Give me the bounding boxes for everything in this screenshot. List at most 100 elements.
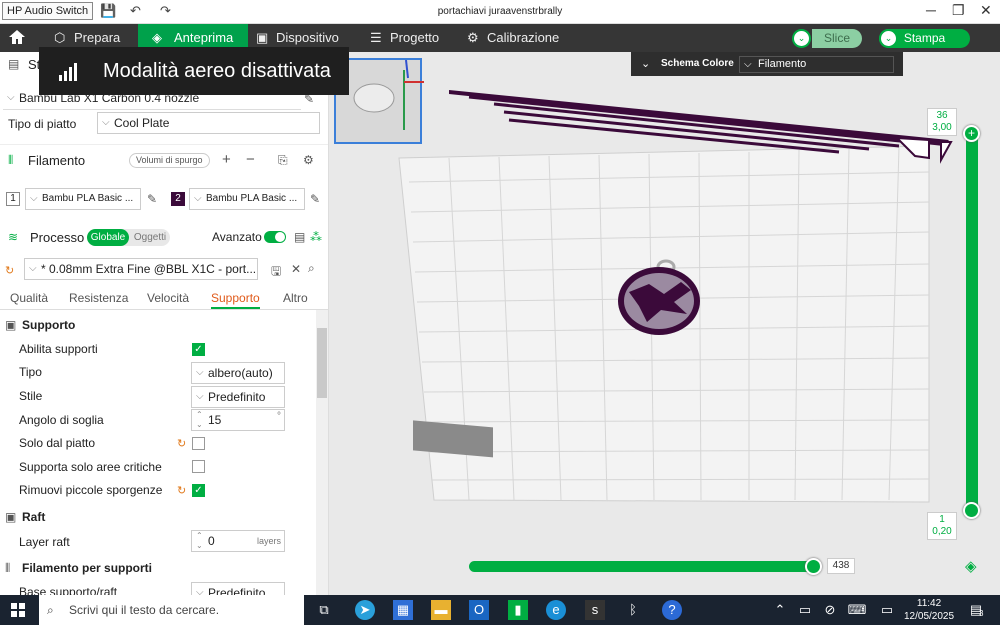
add-icon[interactable]: + [222, 151, 231, 168]
chevron-down-icon: ⌄ [794, 31, 809, 46]
base-support-value: Predefinito [208, 586, 266, 595]
chevron-down-icon: ⌵ [29, 263, 37, 274]
task-view-icon[interactable]: ⧉ [314, 600, 334, 620]
raft-layers-input[interactable]: ⌃ ⌄ 0 layers [191, 530, 285, 552]
sync-icon[interactable]: ⎘ [278, 153, 288, 168]
layer-bottom-handle[interactable] [963, 502, 980, 519]
threshold-angle-input[interactable]: ⌃ ⌄ 15 ° [191, 409, 285, 431]
layer-slider[interactable] [966, 128, 978, 514]
tab-supporto[interactable]: Supporto [211, 291, 260, 309]
reset-icon[interactable]: ↻ [5, 264, 14, 277]
tab-calibrazione-label: Calibrazione [487, 30, 560, 45]
close-icon[interactable]: ✕ [980, 2, 992, 19]
taskbar-clock[interactable]: 11:42 12/05/2025 [904, 597, 954, 623]
raft-group-title: Raft [22, 510, 46, 524]
color-scheme-select[interactable]: ⌵ Filamento [739, 56, 894, 73]
reset-icon[interactable]: ↻ [177, 484, 186, 497]
layer-top-height: 3,00 [932, 122, 952, 133]
tab-calibrazione[interactable]: ⚙ Calibrazione [461, 24, 571, 52]
enable-supports-checkbox[interactable]: ✓ [192, 343, 205, 356]
print-dropdown[interactable]: ⌄ [879, 29, 898, 48]
filament-1-name: Bambu PLA Basic ... [42, 193, 134, 204]
scroll-thumb[interactable] [317, 328, 327, 398]
compare-icon[interactable]: ⁂ [310, 230, 322, 244]
purge-volumes-button[interactable]: Volumi di spurgo [129, 153, 210, 168]
save-icon[interactable]: 🖫 [271, 262, 281, 283]
display-icon[interactable]: ▭ [877, 600, 897, 620]
tab-anteprima-label: Anteprima [174, 30, 234, 45]
scope-global[interactable]: Globale [87, 229, 129, 246]
home-icon[interactable] [8, 28, 26, 46]
app-s-icon[interactable]: s [585, 600, 605, 620]
process-section-title: Processo [30, 230, 85, 245]
taskbar-search[interactable]: ⌕ Scrivi qui il testo da cercare. [39, 595, 304, 625]
plate-type-select[interactable]: ⌵ Cool Plate [97, 112, 320, 134]
edge-icon[interactable]: e [546, 600, 566, 620]
tab-progetto[interactable]: ☰ Progetto [364, 24, 454, 52]
layer-bottom-badge: 1 0,20 [927, 512, 957, 540]
telegram-icon[interactable]: ➤ [355, 600, 375, 620]
color-scheme-label: Schema Colore [661, 58, 734, 69]
list-icon[interactable]: ▤ [294, 230, 305, 244]
battery-icon[interactable]: ▭ [795, 600, 815, 620]
help-icon[interactable]: ? [662, 600, 682, 620]
advanced-toggle[interactable] [264, 231, 286, 243]
slice-dropdown[interactable]: ⌄ [792, 29, 811, 48]
tab-velocita[interactable]: Velocità [147, 291, 189, 305]
layer-top-handle[interactable]: + [963, 125, 980, 142]
slice-button[interactable]: Slice [812, 29, 862, 48]
title-bar: HP Audio Switch 💾 ↶ ↷ portachiavi juraav… [0, 0, 1000, 24]
keyboard-icon[interactable]: ⌨ [847, 600, 867, 620]
tray-chevron-up-icon[interactable]: ⌃ [770, 600, 790, 620]
edit-icon[interactable]: ✎ [310, 192, 320, 206]
support-style-value: Predefinito [208, 390, 266, 404]
chevron-down-icon: ⌵ [194, 193, 202, 204]
support-lines [468, 95, 930, 154]
base-support-select[interactable]: ⌵ Predefinito [191, 582, 285, 595]
tab-resistenza[interactable]: Resistenza [69, 291, 128, 305]
process-profile-value: * 0.08mm Extra Fine @BBL X1C - port... [41, 262, 257, 276]
bluetooth-icon[interactable]: ᛒ [623, 600, 643, 620]
settings-gear-icon[interactable]: ⚙ [303, 153, 314, 167]
process-profile-select[interactable]: ⌵ * 0.08mm Extra Fine @BBL X1C - port... [24, 258, 258, 280]
axis-gizmo [353, 59, 456, 130]
reset-icon[interactable]: ↻ [177, 437, 186, 450]
threshold-angle-value: 15 [208, 413, 222, 427]
remove-small-checkbox[interactable]: ✓ [192, 484, 205, 497]
plate-only-checkbox[interactable] [192, 437, 205, 450]
minimize-icon[interactable]: ─ [926, 2, 936, 18]
edit-icon[interactable]: ✎ [147, 192, 157, 206]
support-style-select[interactable]: ⌵ Predefinito [191, 386, 285, 408]
3d-viewport[interactable]: 36 3,00 1 0,20 438 ◈ [329, 52, 1000, 595]
remove-icon[interactable]: − [246, 151, 255, 168]
windows-start-icon[interactable] [11, 603, 25, 617]
file-explorer-icon[interactable]: ▬ [431, 600, 451, 620]
plate-only-label: Solo dal piatto [19, 436, 96, 450]
outlook-icon[interactable]: O [469, 600, 489, 620]
critical-only-checkbox[interactable] [192, 460, 205, 473]
settings-scrollbar[interactable] [316, 310, 328, 595]
chevron-down-icon: ⌵ [30, 193, 38, 204]
search-icon[interactable]: ⌕ [308, 261, 315, 276]
network-off-icon[interactable]: ⊘ [820, 600, 840, 620]
tab-altro[interactable]: Altro [283, 291, 308, 305]
restore-icon[interactable]: ❐ [952, 2, 965, 19]
move-slider-handle[interactable] [805, 558, 822, 575]
close-icon[interactable]: ✕ [291, 262, 301, 276]
raft-layers-label: Layer raft [19, 535, 70, 549]
filament-2-select[interactable]: ⌵ Bambu PLA Basic ... [189, 188, 305, 210]
tab-qualita[interactable]: Qualità [10, 291, 48, 305]
scope-toggle[interactable]: Globale Oggetti [87, 229, 170, 246]
move-count-badge: 438 [827, 558, 855, 574]
layers-view-icon[interactable]: ◈ [965, 557, 977, 575]
filament-icon: ⦀ [8, 153, 14, 167]
chevron-down-icon: ⌵ [102, 117, 110, 128]
move-slider[interactable] [469, 561, 819, 572]
collapse-icon[interactable]: ⌄ [641, 57, 650, 70]
bambu-studio-icon[interactable]: ▮ [508, 600, 528, 620]
support-type-select[interactable]: ⌵ albero(auto) [191, 362, 285, 384]
store-icon[interactable]: ▦ [393, 600, 413, 620]
scope-objects[interactable]: Oggetti [130, 229, 170, 246]
chevron-down-icon: ⌄ [881, 31, 896, 46]
filament-1-select[interactable]: ⌵ Bambu PLA Basic ... [25, 188, 141, 210]
